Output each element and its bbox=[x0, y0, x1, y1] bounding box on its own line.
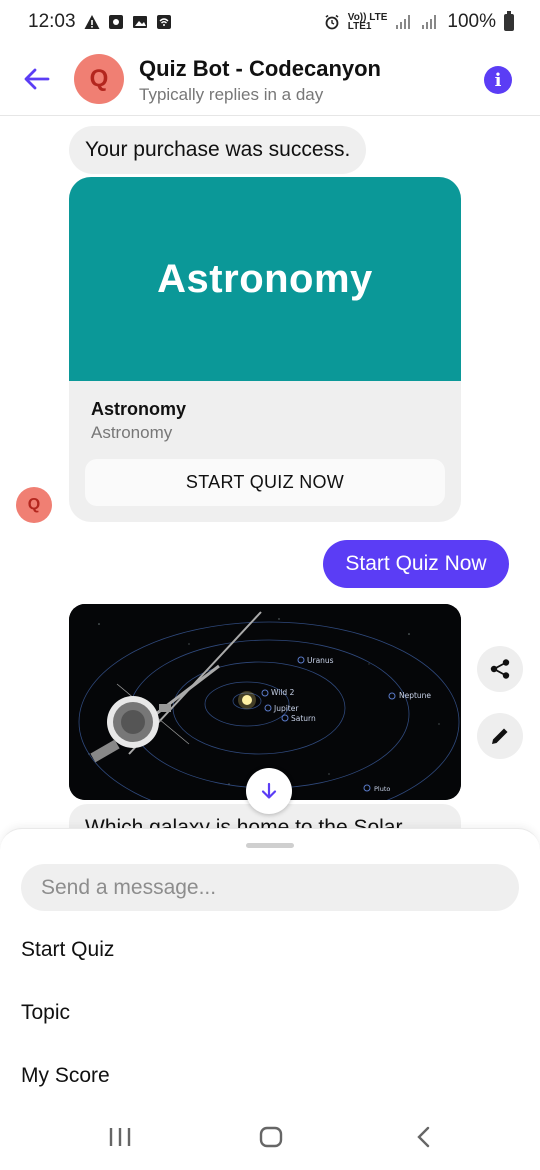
card-banner-text: Astronomy bbox=[157, 256, 373, 301]
chat-subtitle: Typically replies in a day bbox=[139, 85, 324, 104]
network-label: Vo)) LTE LTE1 bbox=[347, 13, 388, 32]
menu-item-topic[interactable]: Topic bbox=[21, 1001, 70, 1025]
arrow-down-icon bbox=[261, 782, 277, 799]
chat-title: Quiz Bot - Codecanyon bbox=[139, 56, 381, 81]
alarm-icon bbox=[325, 14, 339, 30]
message-text: Your purchase was success. bbox=[85, 138, 351, 161]
neptune-label: Neptune bbox=[399, 691, 431, 700]
network-sub: LTE1 bbox=[347, 21, 372, 32]
card-subtitle: Astronomy bbox=[91, 423, 173, 442]
wild2-label: Wild 2 bbox=[271, 688, 295, 697]
status-time: 12:03 bbox=[28, 11, 76, 32]
record-icon bbox=[108, 15, 123, 29]
edit-button[interactable] bbox=[477, 713, 523, 759]
back-arrow-icon[interactable] bbox=[22, 64, 52, 94]
saturn-label: Saturn bbox=[291, 714, 316, 723]
incoming-message: Your purchase was success. bbox=[69, 126, 367, 174]
scroll-down-button[interactable] bbox=[246, 768, 292, 814]
gallery-icon bbox=[132, 16, 147, 28]
jupiter-label: Jupiter bbox=[273, 704, 299, 713]
message-input[interactable] bbox=[21, 864, 519, 911]
drag-handle[interactable] bbox=[246, 843, 294, 848]
warning-icon bbox=[84, 15, 100, 29]
outgoing-message: Start Quiz Now bbox=[323, 540, 509, 588]
status-left: 12:03 bbox=[28, 11, 172, 33]
quiz-card: Astronomy Astronomy Astronomy START QUIZ… bbox=[69, 177, 461, 522]
signal-2-icon bbox=[422, 15, 437, 29]
home-icon[interactable] bbox=[259, 1126, 283, 1148]
uranus-label: Uranus bbox=[307, 656, 334, 665]
system-nav-bar bbox=[0, 1108, 540, 1170]
bot-avatar-small: Q bbox=[16, 487, 52, 523]
menu-item-start-quiz[interactable]: Start Quiz bbox=[21, 938, 114, 962]
menu-item-my-score[interactable]: My Score bbox=[21, 1064, 110, 1088]
pluto-label: Pluto bbox=[374, 785, 390, 793]
share-button[interactable] bbox=[477, 646, 523, 692]
message-text: Start Quiz Now bbox=[345, 552, 487, 575]
start-quiz-button[interactable]: START QUIZ NOW bbox=[85, 459, 445, 506]
card-title: Astronomy bbox=[91, 399, 187, 419]
battery-icon bbox=[504, 10, 514, 31]
chat-header: Q Quiz Bot - Codecanyon Typically replie… bbox=[0, 44, 540, 116]
wifi-box-icon bbox=[156, 15, 171, 29]
pencil-icon bbox=[492, 728, 508, 744]
signal-icon bbox=[396, 15, 411, 29]
share-icon bbox=[490, 659, 510, 679]
card-banner: Astronomy bbox=[69, 177, 461, 381]
battery-percent: 100% bbox=[447, 11, 496, 32]
status-right: Vo)) LTE LTE1 100% bbox=[324, 10, 514, 33]
back-nav-icon[interactable] bbox=[417, 1126, 430, 1148]
bot-avatar[interactable]: Q bbox=[74, 54, 124, 104]
info-icon[interactable]: i bbox=[484, 66, 512, 94]
status-bar: 12:03 Vo)) LTE LTE1 100% bbox=[0, 0, 540, 44]
recents-icon[interactable] bbox=[109, 1128, 131, 1146]
